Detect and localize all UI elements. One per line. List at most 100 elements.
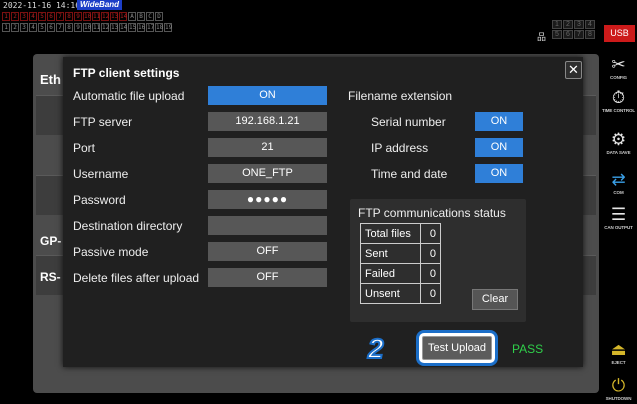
port-label: Port — [73, 141, 96, 155]
channel-indicator: 13 — [110, 23, 119, 32]
shutdown-icon: ⏻ — [611, 376, 626, 395]
table-row: Sent 0 — [360, 243, 441, 264]
slot-indicator: 7 — [574, 30, 584, 39]
channel-indicator: B — [137, 12, 145, 21]
close-icon[interactable]: ✕ — [565, 61, 582, 79]
serial-number-label: Serial number — [371, 115, 446, 129]
delete-after-toggle[interactable]: OFF — [208, 268, 327, 287]
channel-indicator: 7 — [56, 12, 64, 21]
step-number: 2 — [367, 332, 385, 365]
com-icon: ⇄ — [611, 170, 626, 189]
username-field[interactable]: ONE_FTP — [208, 164, 327, 183]
channel-indicator: A — [128, 12, 136, 21]
channel-indicator: 2 — [11, 23, 19, 32]
can-output-icon: ☰ — [610, 205, 627, 224]
username-label: Username — [73, 167, 129, 181]
table-row: Total files 0 — [360, 223, 441, 244]
serial-number-toggle[interactable]: ON — [475, 112, 523, 131]
ip-address-label: IP address — [371, 141, 429, 155]
gpib-label: GP- — [40, 234, 62, 248]
channel-indicator: 14 — [119, 23, 128, 32]
slot-indicator: 8 — [585, 30, 595, 39]
channel-indicator: 11 — [92, 12, 101, 21]
channel-indicator: 19 — [164, 23, 173, 32]
channel-indicator: 11 — [92, 23, 101, 32]
table-row: Failed 0 — [360, 263, 441, 284]
channel-indicator: 8 — [65, 23, 73, 32]
data-save-icon: ⚙ — [610, 130, 627, 149]
passive-mode-toggle[interactable]: OFF — [208, 242, 327, 261]
ip-address-toggle[interactable]: ON — [475, 138, 523, 157]
channel-indicator: 16 — [137, 23, 146, 32]
channel-indicator: 5 — [38, 12, 46, 21]
password-label: Password — [73, 193, 126, 207]
channel-indicator: 10 — [83, 12, 92, 21]
time-control-button[interactable]: ⏱ TIME CONTROL — [601, 88, 636, 113]
channel-indicator: 15 — [128, 23, 137, 32]
channel-indicators-a: 1 2 3 4 5 6 7 8 9 10 11 12 13 14 A B C D — [2, 12, 163, 21]
channel-indicator: 10 — [83, 23, 92, 32]
test-upload-button[interactable]: Test Upload — [422, 336, 492, 360]
channel-indicator: 14 — [119, 12, 128, 21]
shutdown-button[interactable]: ⏻ SHUTDOWN — [601, 376, 636, 401]
channel-indicator: 6 — [47, 12, 55, 21]
dialog-title: FTP client settings — [73, 66, 180, 80]
time-control-icon: ⏱ — [611, 88, 626, 107]
channel-indicator: 17 — [146, 23, 155, 32]
channel-indicator: 6 — [47, 23, 55, 32]
data-save-button[interactable]: ⚙ DATA SAVE — [601, 130, 636, 155]
auto-upload-toggle[interactable]: ON — [208, 86, 327, 105]
channel-indicator: 1 — [2, 23, 10, 32]
test-result: PASS — [512, 342, 544, 356]
auto-upload-label: Automatic file upload — [73, 89, 185, 103]
channel-indicator: D — [155, 12, 163, 21]
rs232-label: RS- — [40, 270, 61, 284]
status-bar: 2022-11-16 14:16:02 WideBand 1 2 3 4 5 6 7 8 9 10… — [0, 0, 600, 42]
channel-indicator: 7 — [56, 23, 64, 32]
time-date-toggle[interactable]: ON — [475, 164, 523, 183]
config-icon: ✂ — [611, 55, 626, 74]
can-output-button[interactable]: ☰ CAN OUTPUT — [601, 205, 636, 230]
passive-mode-label: Passive mode — [73, 245, 149, 259]
mode-badge: WideBand — [77, 0, 123, 10]
slot-indicator: 6 — [563, 30, 573, 39]
channel-indicator: 9 — [74, 23, 82, 32]
clear-button[interactable]: Clear — [472, 289, 518, 310]
ftp-status-table: Total files 0 Sent 0 Failed 0 Unsent 0 — [360, 223, 441, 304]
com-button[interactable]: ⇄ COM — [601, 170, 636, 195]
ftp-server-field[interactable]: 192.168.1.21 — [208, 112, 327, 131]
slot-indicator: 2 — [563, 20, 573, 29]
channel-indicator: 4 — [29, 23, 37, 32]
channel-indicator: 2 — [11, 12, 19, 21]
channel-indicator: 1 — [2, 12, 10, 21]
channel-indicator: 12 — [101, 12, 110, 21]
channel-indicator: C — [146, 12, 154, 21]
channel-indicator: 18 — [155, 23, 164, 32]
eject-icon: ⏏ — [610, 340, 627, 359]
ftp-server-label: FTP server — [73, 115, 133, 129]
filename-extension-title: Filename extension — [348, 89, 453, 103]
eject-button[interactable]: ⏏ EJECT — [601, 340, 636, 365]
ethernet-label: Eth — [40, 72, 61, 87]
channel-indicators-b: 1 2 3 4 5 6 7 8 9 10 11 12 13 14 15 16 17 18 19 — [2, 23, 172, 32]
channel-indicator: 3 — [20, 12, 28, 21]
usb-badge[interactable]: USB — [604, 25, 635, 42]
slot-indicator: 5 — [552, 30, 562, 39]
destination-dir-field[interactable] — [208, 216, 327, 235]
network-icon: 品 — [537, 32, 547, 42]
channel-indicator: 3 — [20, 23, 28, 32]
slot-indicators: 1234 5678 — [552, 20, 595, 39]
password-field[interactable]: ●●●●● — [208, 190, 327, 209]
channel-indicator: 4 — [29, 12, 37, 21]
config-button[interactable]: ✂ CONFIG — [601, 55, 636, 80]
channel-indicator: 9 — [74, 12, 82, 21]
destination-dir-label: Destination directory — [73, 219, 183, 233]
channel-indicator: 13 — [110, 12, 119, 21]
port-field[interactable]: 21 — [208, 138, 327, 157]
slot-indicator: 1 — [552, 20, 562, 29]
channel-indicator: 12 — [101, 23, 110, 32]
channel-indicator: 5 — [38, 23, 46, 32]
time-date-label: Time and date — [371, 167, 448, 181]
slot-indicator: 3 — [574, 20, 584, 29]
delete-after-label: Delete files after upload — [73, 271, 200, 285]
